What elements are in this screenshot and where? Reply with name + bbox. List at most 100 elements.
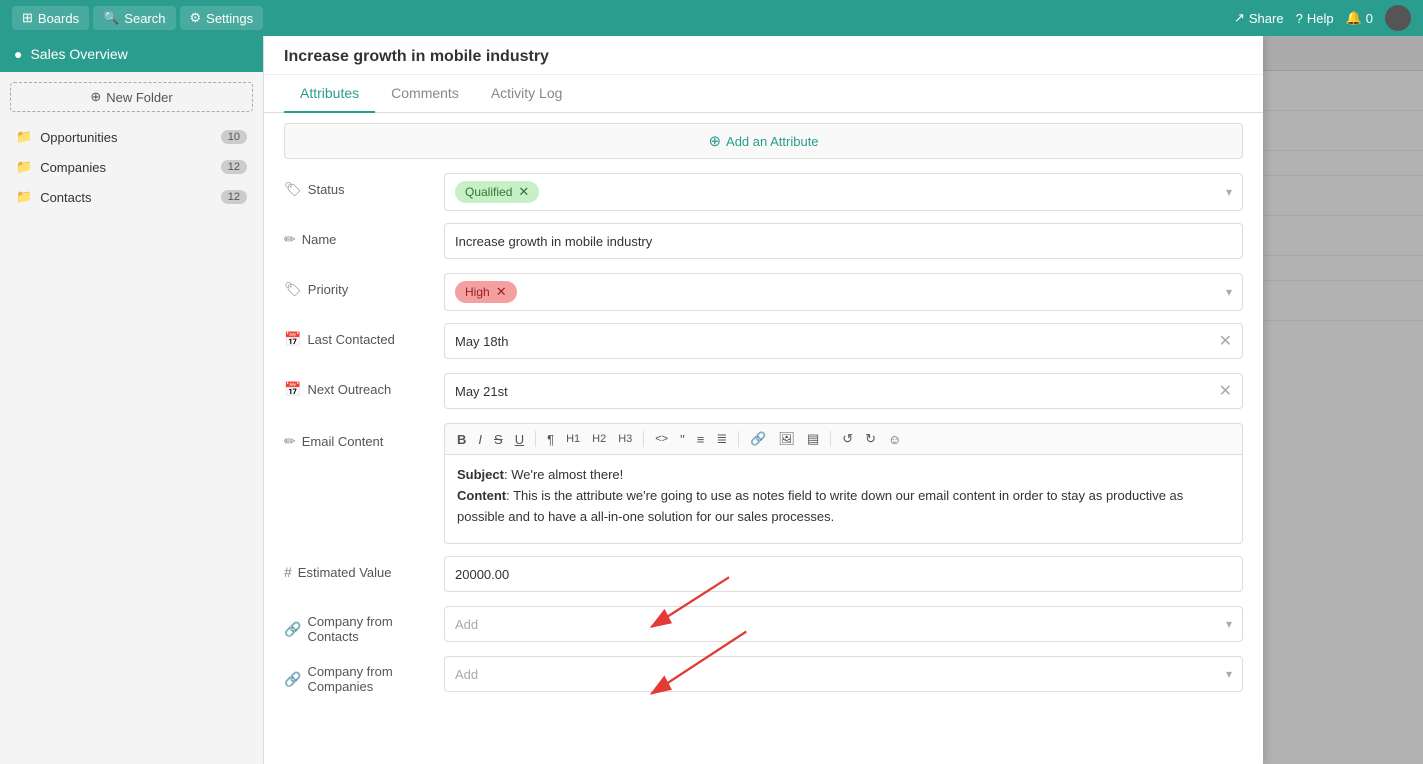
settings-icon: ⚙: [190, 10, 202, 26]
help-icon: ?: [1296, 11, 1303, 26]
rte-h2[interactable]: H2: [588, 431, 610, 447]
tab-comments[interactable]: Comments: [375, 75, 475, 113]
rte-body[interactable]: Subject: We're almost there! Content: Th…: [444, 454, 1243, 544]
tab-attributes[interactable]: Attributes: [284, 75, 375, 113]
add-attribute-button[interactable]: ⊕ Add an Attribute: [284, 123, 1243, 159]
company-contacts-dropdown[interactable]: Add ▾: [444, 606, 1243, 642]
last-contacted-clear-icon[interactable]: ✕: [1219, 331, 1232, 351]
subject-text: : We're almost there!: [504, 467, 623, 482]
avatar[interactable]: [1385, 5, 1411, 31]
rte-undo[interactable]: ↺: [838, 429, 857, 449]
rte-underline[interactable]: U: [511, 430, 528, 449]
bell-icon: 🔔: [1346, 10, 1362, 26]
boards-button[interactable]: ⊞ Boards: [12, 6, 89, 30]
status-dropdown[interactable]: Qualified ✕ ▾: [444, 173, 1243, 211]
attr-next-outreach-label: 📅 Next Outreach: [284, 373, 444, 398]
rte-sep-4: [830, 431, 831, 447]
share-icon: ↗: [1234, 10, 1245, 26]
next-outreach-clear-icon[interactable]: ✕: [1219, 381, 1232, 401]
hash-icon: #: [284, 564, 292, 580]
attr-name-row: ✏ Name: [284, 223, 1243, 261]
modal-body: ⊕ Add an Attribute 🏷 Status Qualified ✕: [264, 113, 1263, 764]
attr-company-companies-row: 🔗 Company from Companies Add ▾: [284, 656, 1243, 694]
rte-emoji[interactable]: ☺: [884, 430, 905, 449]
attr-company-contacts-label: 🔗 Company from Contacts: [284, 606, 444, 644]
new-folder-button[interactable]: ⊕ New Folder: [10, 82, 253, 112]
calendar-next-icon: 📅: [284, 381, 301, 398]
boards-label: Boards: [38, 11, 79, 26]
rte-blockquote[interactable]: ": [676, 430, 689, 449]
attr-status-field: Qualified ✕ ▾: [444, 173, 1243, 211]
rte-ol[interactable]: ≣: [712, 429, 731, 449]
attr-company-companies-field: Add ▾: [444, 656, 1243, 692]
rte-bold[interactable]: B: [453, 430, 470, 449]
company-contacts-chevron-icon: ▾: [1226, 617, 1232, 631]
attr-company-contacts-row: 🔗 Company from Contacts Add ▾: [284, 606, 1243, 644]
settings-button[interactable]: ⚙ Settings: [180, 6, 264, 30]
rte-paragraph[interactable]: ¶: [543, 430, 558, 449]
search-label: Search: [124, 11, 165, 26]
nav-left: ⊞ Boards 🔍 Search ⚙ Settings: [12, 6, 263, 30]
name-input-box[interactable]: [444, 223, 1243, 259]
estimated-value-input-box[interactable]: [444, 556, 1243, 592]
attr-priority-field: High ✕ ▾: [444, 273, 1243, 311]
rte-sep-3: [738, 431, 739, 447]
sidebar-item-contacts[interactable]: 📁 Contacts 12: [0, 182, 263, 212]
estimated-value-input[interactable]: [455, 567, 1232, 582]
rte-image[interactable]: 🖼: [774, 429, 799, 449]
share-button[interactable]: ↗ Share: [1234, 10, 1284, 26]
modal-title: Increase growth in mobile industry: [264, 36, 1263, 75]
priority-badge: High ✕: [455, 281, 517, 303]
right-panel: 📅 Next Outreach 🏢 Company fr... May 21st…: [264, 36, 1423, 764]
boards-icon: ⊞: [22, 10, 33, 26]
company-contacts-placeholder: Add: [455, 617, 478, 632]
status-chevron-icon: ▾: [1226, 185, 1232, 199]
rte-ul[interactable]: ≡: [693, 430, 709, 449]
content-bold: Content: [457, 488, 506, 503]
priority-clear-icon[interactable]: ✕: [496, 284, 507, 300]
last-contacted-input-box[interactable]: May 18th ✕: [444, 323, 1243, 359]
tab-activity-log[interactable]: Activity Log: [475, 75, 579, 113]
tag-icon: 🏷: [284, 181, 302, 198]
name-input[interactable]: [455, 234, 1232, 249]
attr-email-content-row: ✏ Email Content B I S U ¶ H1 H2: [284, 423, 1243, 544]
sidebar-item-label: Companies: [40, 160, 106, 175]
rte-link[interactable]: 🔗: [746, 429, 770, 449]
rte-embed[interactable]: ▤: [803, 429, 823, 449]
sidebar-item-label: Contacts: [40, 190, 91, 205]
search-button[interactable]: 🔍 Search: [93, 6, 175, 30]
rte-code[interactable]: <>: [651, 431, 672, 447]
settings-label: Settings: [206, 11, 253, 26]
company-companies-dropdown[interactable]: Add ▾: [444, 656, 1243, 692]
rte-h1[interactable]: H1: [562, 431, 584, 447]
main-area: 📅 Next Outreach 🏢 Company fr... May 21st…: [264, 36, 1423, 764]
priority-dropdown[interactable]: High ✕ ▾: [444, 273, 1243, 311]
attr-last-contacted-row: 📅 Last Contacted May 18th ✕: [284, 323, 1243, 361]
attr-company-contacts-field: Add ▾: [444, 606, 1243, 642]
rte-italic[interactable]: I: [474, 430, 486, 449]
calendar-last-icon: 📅: [284, 331, 301, 348]
email-icon: ✏: [284, 433, 296, 450]
rte-strikethrough[interactable]: S: [490, 430, 507, 449]
folder-icon: 📁: [16, 159, 32, 175]
status-clear-icon[interactable]: ✕: [518, 184, 529, 200]
attr-email-content-field: B I S U ¶ H1 H2 H3 <> " ≡: [444, 423, 1243, 544]
companies-badge: 12: [221, 160, 247, 174]
sidebar: ● Sales Overview ⊕ New Folder 📁 Opportun…: [0, 36, 264, 764]
pencil-icon: ✏: [284, 231, 296, 248]
rte-h3[interactable]: H3: [614, 431, 636, 447]
next-outreach-input-box[interactable]: May 21st ✕: [444, 373, 1243, 409]
notifications-button[interactable]: 🔔 0: [1346, 10, 1373, 26]
last-contacted-value: May 18th: [455, 334, 508, 349]
attr-next-outreach-field: May 21st ✕: [444, 373, 1243, 409]
help-button[interactable]: ? Help: [1296, 11, 1334, 26]
sidebar-item-opportunities[interactable]: 📁 Opportunities 10: [0, 122, 263, 152]
attr-priority-label: 🏷 Priority: [284, 273, 444, 298]
status-badge: Qualified ✕: [455, 181, 539, 203]
rte-redo[interactable]: ↻: [861, 429, 880, 449]
company-companies-chevron-icon: ▾: [1226, 667, 1232, 681]
sidebar-header: ● Sales Overview: [0, 36, 263, 72]
sidebar-item-companies[interactable]: 📁 Companies 12: [0, 152, 263, 182]
attr-priority-row: 🏷 Priority High ✕ ▾: [284, 273, 1243, 311]
contacts-badge: 12: [221, 190, 247, 204]
